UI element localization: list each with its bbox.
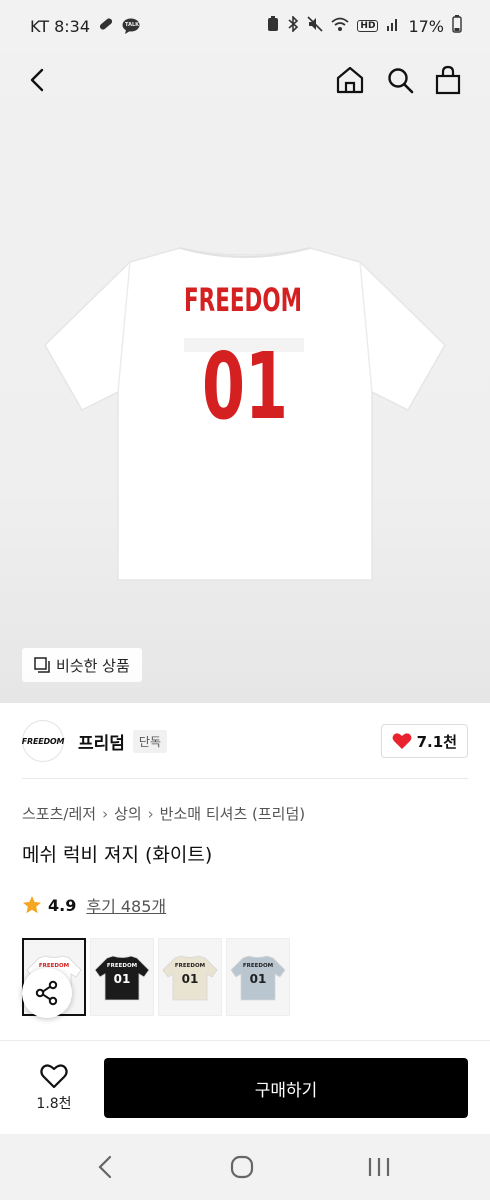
system-back-button[interactable] [80,1148,130,1186]
status-bar: KT 8:34 TALK HD 17% [0,0,490,52]
thumbnail-print-number: 01 [114,972,131,986]
wifi-icon [331,16,350,36]
similar-products-button[interactable]: 비슷한 상품 [22,648,142,682]
thumbnail-shirt-icon: FREEDOM 01 [162,955,218,1001]
thumbnail-shirt-icon: FREEDOM 01 [94,955,150,1001]
brand-name[interactable]: 프리덤 [78,729,125,754]
system-recents-button[interactable] [354,1148,404,1186]
home-button[interactable] [330,60,370,100]
back-button[interactable] [18,60,58,100]
star-icon [23,896,41,914]
brand-like-count: 7.1천 [416,732,457,751]
chevron-left-icon [30,68,44,92]
exclusive-badge: 단독 [132,729,168,753]
heart-filled-icon [392,733,412,749]
search-button[interactable] [380,60,420,100]
wishlist-button[interactable]: 1.8천 [28,1058,80,1118]
thumbnail-print-number: 01 [182,972,199,986]
hd-badge: HD [357,20,379,32]
breadcrumb-item-tops[interactable]: 상의 [114,803,142,824]
breadcrumb: 스포츠/레저 › 상의 › 반소매 티셔츠 (프리덤) [22,803,305,824]
battery-icon [452,15,462,37]
color-option-thumbnail[interactable]: FREEDOM 01 [226,938,290,1016]
recents-icon [368,1158,390,1176]
thumbnail-print-number: 01 [250,972,267,986]
breadcrumb-item-short-sleeve[interactable]: 반소매 티셔츠 (프리덤) [160,803,305,824]
top-navigation [0,52,490,108]
brand-row: FREEDOM 프리덤 단독 7.1천 [22,718,468,764]
shirt-print-number: 01 [202,333,288,440]
thumbnail-print-text: FREEDOM [175,963,205,969]
signal-icon [386,16,400,36]
thumbnail-print-text: FREEDOM [107,963,137,969]
rating-row: 4.9 후기 485개 [22,893,166,917]
shopping-bag-icon [435,65,461,95]
system-navigation-bar [0,1134,490,1200]
color-option-thumbnail[interactable]: FREEDOM 01 [90,938,154,1016]
search-icon [388,68,414,94]
chevron-right-icon: › [147,804,154,823]
divider [0,1040,490,1041]
color-option-thumbnail[interactable]: FREEDOM 01 [158,938,222,1016]
thumbnail-print-text: FREEDOM [243,963,273,969]
home-icon [336,66,364,94]
product-title: 메쉬 럭비 져지 (화이트) [22,844,213,866]
rating-score: 4.9 [48,895,77,915]
brand-logo-text: FREEDOM [21,736,65,746]
similar-products-label: 비슷한 상품 [56,656,130,675]
chevron-right-icon: › [102,804,109,823]
wishlist-count: 1.8천 [36,1096,72,1112]
pill-icon [98,16,114,36]
thumbnail-shirt-icon: FREEDOM 01 [230,955,286,1001]
heart-outline-icon [40,1064,68,1089]
battery-percent: 17% [408,16,444,36]
share-icon [35,980,58,1006]
review-count-link[interactable]: 후기 485개 [86,893,166,917]
similar-items-icon [34,657,50,673]
divider [22,778,468,779]
breadcrumb-item-sports[interactable]: 스포츠/레저 [22,803,96,824]
system-home-button[interactable] [217,1148,267,1186]
brand-logo[interactable]: FREEDOM [22,720,64,762]
status-time: KT 8:34 [30,16,91,36]
share-button[interactable] [22,968,72,1018]
shirt-print-text: FREEDOM [184,281,302,319]
battery-saver-icon [267,16,279,36]
bluetooth-icon [287,15,299,36]
back-icon [98,1155,112,1179]
home-circle-icon [230,1155,254,1179]
brand-like-button[interactable]: 7.1천 [380,724,468,758]
buy-button[interactable]: 구매하기 [104,1058,468,1118]
kakaotalk-icon: TALK [122,18,140,34]
cart-button[interactable] [428,60,468,100]
kakao-badge: TALK [125,22,139,28]
mute-icon [307,16,323,36]
